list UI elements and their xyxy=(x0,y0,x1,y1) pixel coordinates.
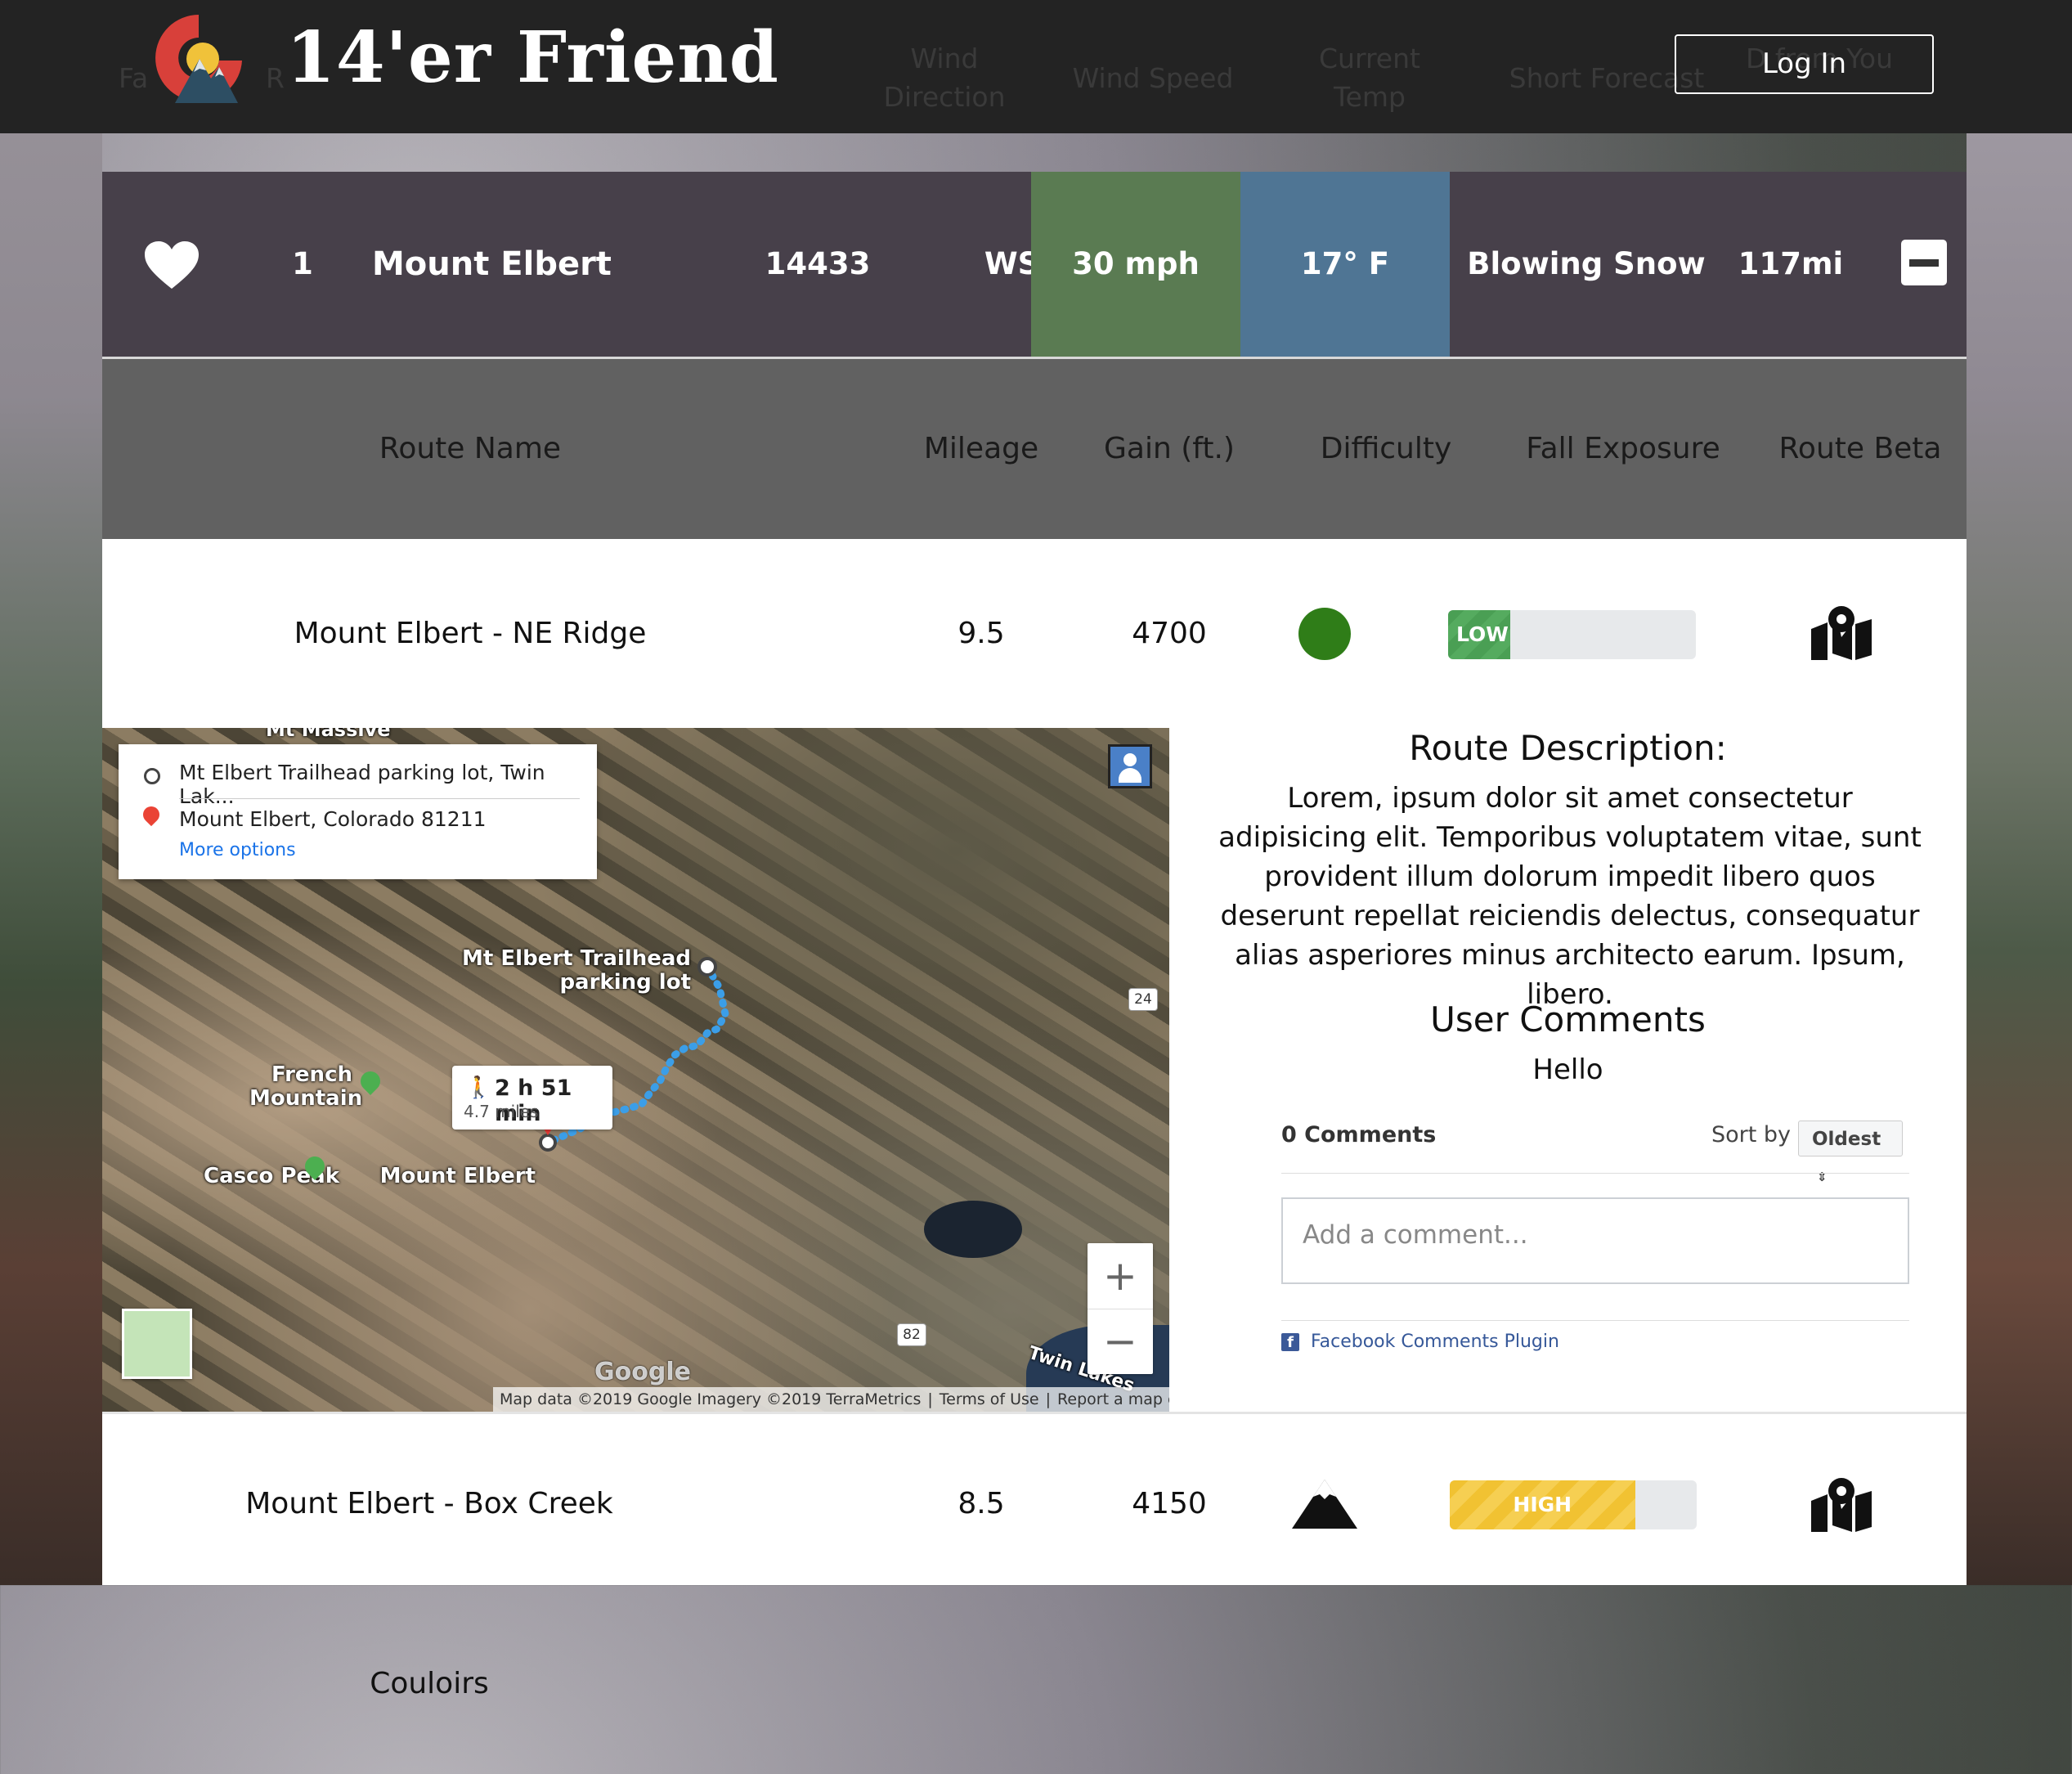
exposure-fill: LOW xyxy=(1448,610,1510,659)
route-name[interactable]: Mount Elbert - NE Ridge xyxy=(266,539,675,728)
road-24-badge: 24 xyxy=(1128,988,1158,1011)
map-label-trailhead-line2: parking lot xyxy=(559,970,691,995)
map-label-french-mountain: French Mountain xyxy=(249,1062,363,1111)
facebook-plugin-link[interactable]: f Facebook Comments Plugin xyxy=(1281,1332,1559,1352)
facebook-icon: f xyxy=(1281,1333,1299,1351)
ghost-header-current-temp: Current Temp xyxy=(1319,43,1420,113)
favorite-toggle[interactable] xyxy=(143,172,204,357)
directions-divider xyxy=(179,798,580,799)
fall-exposure-bar: HIGH xyxy=(1450,1480,1697,1529)
header-route-name: Route Name xyxy=(379,432,562,465)
header-route-beta: Route Beta xyxy=(1778,432,1942,465)
route-gain: 4150 xyxy=(1132,1487,1207,1520)
route-row[interactable]: Mount Elbert - Box Creek Couloirs 8.5 41… xyxy=(102,1414,1967,1700)
route-mileage: 8.5 xyxy=(958,1487,1005,1520)
directions-panel[interactable]: Mt Elbert Trailhead parking lot, Twin La… xyxy=(119,744,597,879)
peak-wind-speed: 30 mph xyxy=(1031,172,1240,357)
map-marker-icon[interactable] xyxy=(1810,604,1873,662)
background-right xyxy=(1967,0,2072,1585)
route-map[interactable]: Mt Massive Mt Elbert Trailhead parking l… xyxy=(102,728,1169,1412)
sort-by-label: Sort by xyxy=(1711,1122,1791,1147)
map-marker-icon[interactable] xyxy=(1810,1476,1873,1534)
background-left xyxy=(0,0,102,1585)
terms-of-use-link[interactable]: Terms of Use xyxy=(933,1390,1046,1408)
header-gain: Gain (ft.) xyxy=(1104,432,1235,465)
zoom-out-button[interactable]: − xyxy=(1088,1309,1153,1374)
user-comment-text: Hello xyxy=(1532,1053,1603,1086)
header-mileage: Mileage xyxy=(923,432,1039,465)
ghost-header-rank: R xyxy=(266,62,285,94)
fall-exposure-bar: LOW xyxy=(1448,610,1696,659)
route-distance: 4.7 miles xyxy=(464,1102,539,1121)
map-label-trailhead-line1: Mt Elbert Trailhead xyxy=(462,946,691,971)
map-data-attribution: Map data ©2019 Google Imagery ©2019 Terr… xyxy=(500,1390,922,1408)
comments-divider-bottom xyxy=(1281,1320,1909,1321)
directions-origin[interactable]: Mt Elbert Trailhead parking lot, Twin La… xyxy=(179,761,597,808)
collapse-button[interactable] xyxy=(1901,240,1947,285)
login-button[interactable]: Log In xyxy=(1675,34,1934,94)
peak-short-forecast: Blowing Snow xyxy=(1467,246,1706,281)
route-time-bubble[interactable]: 🚶 2 h 51 min 4.7 miles xyxy=(452,1066,612,1130)
green-circle-icon xyxy=(1298,608,1351,660)
route-mileage: 9.5 xyxy=(958,617,1005,650)
ghost-header-favorite: Fa xyxy=(119,62,149,94)
colorado-logo-icon[interactable] xyxy=(152,11,246,106)
ghost-header-wind-direction: Wind Direction xyxy=(883,43,1006,113)
ghost-header-wind-speed: Wind Speed xyxy=(1072,62,1234,94)
facebook-comments: 0 Comments Sort by Oldest ⇕ Add a commen… xyxy=(1281,1111,1909,1389)
heart-icon xyxy=(145,241,199,289)
peak-current-temp: 17° F xyxy=(1240,172,1450,357)
mountain-icon xyxy=(1292,1480,1357,1529)
route-description-title: Route Description: xyxy=(1409,728,1727,768)
map-label-french-line2: Mountain xyxy=(249,1086,363,1111)
route-name[interactable]: Mount Elbert - Box Creek Couloirs xyxy=(184,1414,675,1774)
peak-row[interactable]: 1 Mount Elbert 14433 WSW 30 mph 17° F Bl… xyxy=(102,172,1967,359)
route-row[interactable]: Mount Elbert - NE Ridge 9.5 4700 LOW xyxy=(102,539,1967,730)
exposure-label: HIGH xyxy=(1513,1493,1572,1516)
route-table-header: Route Name Mileage Gain (ft.) Difficulty… xyxy=(102,359,1967,539)
user-comments-title: User Comments xyxy=(1430,999,1706,1040)
peak-rank: 1 xyxy=(292,246,313,281)
map-label-trailhead: Mt Elbert Trailhead parking lot xyxy=(397,947,691,995)
map-zoom-control: + − xyxy=(1088,1243,1153,1374)
road-82-badge: 82 xyxy=(897,1323,926,1346)
comments-divider xyxy=(1281,1173,1909,1174)
sort-select-value: Oldest xyxy=(1812,1129,1881,1150)
map-type-toggle[interactable] xyxy=(122,1309,192,1379)
route-detail-panel: Route Description: Lorem, ipsum dolor si… xyxy=(1169,728,1967,1412)
peak-elevation: 14433 xyxy=(765,246,871,281)
exposure-label: LOW xyxy=(1456,622,1509,646)
sort-arrows-icon: ⇕ xyxy=(1817,1170,1828,1184)
add-comment-input[interactable]: Add a comment... xyxy=(1281,1197,1909,1284)
route-gain: 4700 xyxy=(1132,617,1207,650)
main-container: Fa R Wind Direction Wind Speed Current T… xyxy=(0,0,2072,1700)
directions-destination[interactable]: Mount Elbert, Colorado 81211 xyxy=(179,807,487,831)
comment-count: 0 Comments xyxy=(1281,1122,1437,1147)
facebook-plugin-label: Facebook Comments Plugin xyxy=(1311,1332,1559,1352)
sort-select[interactable]: Oldest ⇕ xyxy=(1798,1121,1903,1184)
destination-pin-icon xyxy=(139,802,164,827)
google-logo: Google xyxy=(594,1358,691,1386)
exposure-fill: HIGH xyxy=(1450,1480,1635,1529)
map-label-french-line1: French xyxy=(271,1062,352,1087)
route-description-text: Lorem, ipsum dolor sit amet consectetur … xyxy=(1218,782,1922,1011)
report-map-error-link[interactable]: Report a map error xyxy=(1051,1390,1169,1408)
walking-icon: 🚶 xyxy=(465,1076,492,1100)
map-label-mount-elbert: Mount Elbert xyxy=(379,1164,536,1188)
zoom-in-button[interactable]: + xyxy=(1088,1243,1153,1309)
peak-distance: 117mi xyxy=(1738,246,1844,281)
top-header: Fa R Wind Direction Wind Speed Current T… xyxy=(0,0,2072,133)
map-footer: Map data ©2019 Google Imagery ©2019 Terr… xyxy=(493,1387,1169,1412)
app-title[interactable]: 14'er Friend xyxy=(286,16,779,99)
more-options-link[interactable]: More options xyxy=(179,840,296,860)
origin-circle-icon xyxy=(144,768,160,784)
street-view-pegman-icon[interactable] xyxy=(1108,744,1152,788)
